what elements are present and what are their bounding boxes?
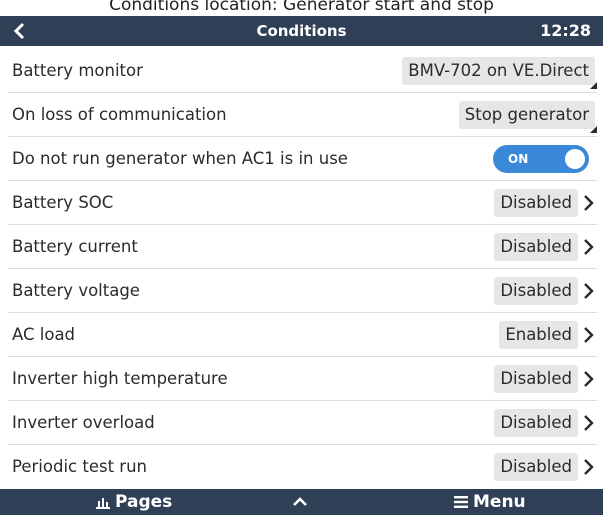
chart-bars-icon xyxy=(96,498,110,509)
scroll-up-button[interactable] xyxy=(292,495,312,507)
chevron-right-icon xyxy=(584,370,594,387)
row-battery-current[interactable]: Battery current Disabled xyxy=(8,225,597,269)
status-value: Disabled xyxy=(494,452,578,481)
row-label: Battery SOC xyxy=(12,193,114,212)
chevron-right-icon xyxy=(584,282,594,299)
row-ac-load[interactable]: AC load Enabled xyxy=(8,313,597,357)
pages-label: Pages xyxy=(115,492,173,512)
bottom-navigation-bar: Pages Menu xyxy=(0,489,603,515)
settings-list: Battery monitor BMV-702 on VE.Direct On … xyxy=(8,49,597,488)
header-bar: Conditions 12:28 xyxy=(0,16,603,46)
row-label: Battery current xyxy=(12,237,138,256)
dropdown-corner-icon xyxy=(590,82,597,89)
screenshot-caption: Conditions location: Generator start and… xyxy=(109,0,494,15)
row-loss-of-communication[interactable]: On loss of communication Stop generator xyxy=(8,93,597,137)
menu-label: Menu xyxy=(473,492,526,512)
chevron-up-icon xyxy=(293,497,307,506)
row-label: Inverter overload xyxy=(12,413,155,432)
row-label: AC load xyxy=(12,325,76,344)
chevron-right-icon xyxy=(584,194,594,211)
row-inverter-overload[interactable]: Inverter overload Disabled xyxy=(8,401,597,445)
row-periodic-test-run[interactable]: Periodic test run Disabled xyxy=(8,445,597,488)
status-value: Disabled xyxy=(494,232,578,261)
row-battery-monitor[interactable]: Battery monitor BMV-702 on VE.Direct xyxy=(8,49,597,93)
toggle-knob xyxy=(565,148,585,169)
chevron-right-icon xyxy=(584,326,594,343)
row-label: On loss of communication xyxy=(12,105,227,124)
row-battery-voltage[interactable]: Battery voltage Disabled xyxy=(8,269,597,313)
dropdown-value[interactable]: BMV-702 on VE.Direct xyxy=(402,56,595,85)
clock: 12:28 xyxy=(540,21,591,40)
ac1-toggle-switch[interactable]: ON xyxy=(493,144,589,173)
status-value: Disabled xyxy=(494,276,578,305)
menu-button[interactable]: Menu xyxy=(453,489,526,515)
row-label: Do not run generator when AC1 is in use xyxy=(12,149,348,168)
page-title: Conditions xyxy=(256,22,347,40)
row-inverter-high-temperature[interactable]: Inverter high temperature Disabled xyxy=(8,357,597,401)
hamburger-icon xyxy=(454,496,468,508)
row-label: Battery monitor xyxy=(12,61,143,80)
row-label: Battery voltage xyxy=(12,281,140,300)
row-label: Inverter high temperature xyxy=(12,369,228,388)
dropdown-corner-icon xyxy=(590,126,597,133)
dropdown-value[interactable]: Stop generator xyxy=(458,100,595,129)
chevron-right-icon xyxy=(584,414,594,431)
status-value: Disabled xyxy=(494,408,578,437)
pages-button[interactable]: Pages xyxy=(95,489,172,515)
chevron-right-icon xyxy=(584,458,594,475)
row-label: Periodic test run xyxy=(12,457,147,476)
toggle-state-label: ON xyxy=(508,151,529,166)
status-value: Enabled xyxy=(499,320,578,349)
status-value: Disabled xyxy=(494,188,578,217)
chevron-right-icon xyxy=(584,238,594,255)
row-ac1-in-use[interactable]: Do not run generator when AC1 is in use … xyxy=(8,137,597,181)
status-value: Disabled xyxy=(494,364,578,393)
row-battery-soc[interactable]: Battery SOC Disabled xyxy=(8,181,597,225)
